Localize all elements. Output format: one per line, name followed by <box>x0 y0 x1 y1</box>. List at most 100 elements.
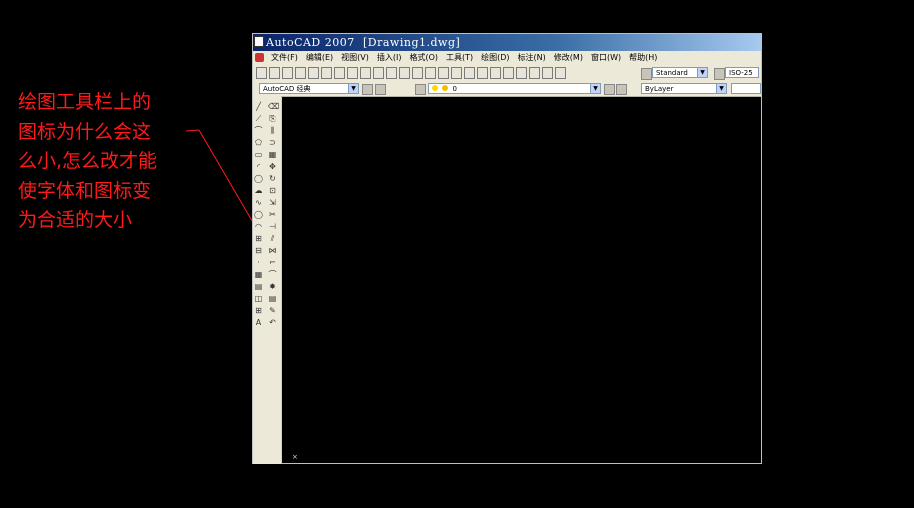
copy-clip-icon[interactable] <box>347 67 358 79</box>
trim-icon[interactable]: ✂ <box>268 210 277 219</box>
draw-toolbar: ╱ ⟋ ⌒ ⬠ ▭ ◜ ◯ ☁ ∿ ◯ ◠ ⊞ ⊟ · ▦ ▤ ◫ ⊞ A <box>254 102 263 327</box>
workspace-select[interactable]: AutoCAD 经典 ▼ <box>259 83 359 94</box>
zoom-realtime-icon[interactable] <box>438 67 449 79</box>
menu-edit[interactable]: 编辑(E) <box>302 51 337 65</box>
layer-manager-icon[interactable] <box>375 84 386 95</box>
make-block-icon[interactable]: ⊟ <box>254 246 263 255</box>
menu-draw[interactable]: 绘图(D) <box>477 51 513 65</box>
menu-window[interactable]: 窗口(W) <box>587 51 625 65</box>
title-bar[interactable]: AutoCAD 2007 [Drawing1.dwg] <box>253 34 761 51</box>
calculator-icon[interactable] <box>542 67 553 79</box>
break-icon[interactable]: ⫽ <box>268 234 277 243</box>
ellipse-icon[interactable]: ◯ <box>254 210 263 219</box>
chevron-down-icon[interactable]: ▼ <box>716 84 726 93</box>
undo-arrow-icon[interactable] <box>399 67 410 79</box>
dim-style-select[interactable]: ISO-25 <box>725 67 759 78</box>
workspace-settings-icon[interactable] <box>362 84 373 95</box>
print-icon[interactable] <box>295 67 306 79</box>
region-icon[interactable]: ◫ <box>254 294 263 303</box>
polyline-icon[interactable]: ⌒ <box>254 126 263 135</box>
properties-palette-icon[interactable] <box>477 67 488 79</box>
brush-icon[interactable] <box>386 67 397 79</box>
redo-arrow-icon[interactable] <box>412 67 423 79</box>
text-style-icon[interactable] <box>641 68 652 80</box>
chevron-down-icon[interactable]: ▼ <box>590 84 600 93</box>
tool-palette-icon[interactable] <box>503 67 514 79</box>
layer-properties-icon[interactable] <box>415 84 426 95</box>
copy-icon[interactable]: ⎘ <box>268 114 277 123</box>
mirror-icon[interactable]: ⫼ <box>268 126 277 135</box>
new-icon[interactable] <box>256 67 267 79</box>
menu-view[interactable]: 视图(V) <box>337 51 373 65</box>
ellipse-arc-icon[interactable]: ◠ <box>254 222 263 231</box>
open-icon[interactable] <box>269 67 280 79</box>
erase-icon[interactable]: ⌫ <box>268 102 279 111</box>
menu-file[interactable]: 文件(F) <box>267 51 302 65</box>
design-center-icon[interactable] <box>490 67 501 79</box>
drawing-area[interactable]: × <box>282 97 761 463</box>
preview-icon[interactable] <box>308 67 319 79</box>
arc-icon[interactable]: ◜ <box>254 162 263 171</box>
xline-icon[interactable]: ⟋ <box>254 114 263 123</box>
zoom-previous-icon[interactable] <box>464 67 475 79</box>
publish-icon[interactable] <box>321 67 332 79</box>
hatch-icon[interactable]: ▦ <box>254 270 263 279</box>
polygon-icon[interactable]: ⬠ <box>254 138 263 147</box>
linetype-select[interactable] <box>731 83 761 94</box>
explode-icon[interactable]: ✸ <box>268 282 277 291</box>
text-style-select[interactable]: Standard ▼ <box>652 67 708 78</box>
paste-icon[interactable] <box>360 67 371 79</box>
chevron-down-icon[interactable]: ▼ <box>697 68 707 77</box>
sun-icon <box>442 85 449 91</box>
insert-block-icon[interactable]: ⊞ <box>254 234 263 243</box>
extend-icon[interactable]: ⊣ <box>268 222 277 231</box>
rectangle-icon[interactable]: ▭ <box>254 150 263 159</box>
match-icon[interactable]: ✎ <box>268 306 277 315</box>
offset-icon[interactable]: ⊃ <box>268 138 277 147</box>
menu-dimension[interactable]: 标注(N) <box>514 51 550 65</box>
menu-modify[interactable]: 修改(M) <box>550 51 587 65</box>
menu-tools[interactable]: 工具(T) <box>442 51 477 65</box>
cut-icon[interactable] <box>334 67 345 79</box>
document-menu-icon[interactable] <box>255 53 264 62</box>
help-icon[interactable] <box>555 67 566 79</box>
autocad-app-icon[interactable] <box>254 36 264 47</box>
rotate-icon[interactable]: ↻ <box>268 174 277 183</box>
zoom-window-icon[interactable] <box>451 67 462 79</box>
autocad-window: AutoCAD 2007 [Drawing1.dwg] 文件(F) 编辑(E) … <box>252 33 762 464</box>
point-icon[interactable]: · <box>254 258 263 267</box>
revcloud-icon[interactable]: ☁ <box>254 186 263 195</box>
matchprop-icon[interactable] <box>373 67 384 79</box>
array-icon[interactable]: ▦ <box>268 150 277 159</box>
layer-select[interactable]: 0 ▼ <box>428 83 601 94</box>
ucs-icon: × <box>292 453 298 461</box>
chevron-down-icon[interactable]: ▼ <box>348 84 358 93</box>
undo-icon[interactable]: ↶ <box>268 318 277 327</box>
make-current-icon[interactable] <box>604 84 615 95</box>
markup-icon[interactable] <box>529 67 540 79</box>
gradient-icon[interactable]: ▤ <box>254 282 263 291</box>
menu-help[interactable]: 帮助(H) <box>625 51 661 65</box>
fillet-icon[interactable]: ⌒ <box>268 270 277 279</box>
join-icon[interactable]: ⋈ <box>268 246 277 255</box>
menu-insert[interactable]: 插入(I) <box>373 51 406 65</box>
lightbulb-icon <box>432 85 438 91</box>
color-select[interactable]: ByLayer ▼ <box>641 83 727 94</box>
stretch-icon[interactable]: ⇲ <box>268 198 277 207</box>
dim-style-icon[interactable] <box>714 68 725 80</box>
pan-icon[interactable] <box>425 67 436 79</box>
sheet-set-icon[interactable] <box>516 67 527 79</box>
scale-icon[interactable]: ⊡ <box>268 186 277 195</box>
spline-icon[interactable]: ∿ <box>254 198 263 207</box>
save-icon[interactable] <box>282 67 293 79</box>
line-icon[interactable]: ╱ <box>254 102 263 111</box>
circle-icon[interactable]: ◯ <box>254 174 263 183</box>
properties-icon[interactable]: ▤ <box>268 294 277 303</box>
table-icon[interactable]: ⊞ <box>254 306 263 315</box>
document-title: [Drawing1.dwg] <box>363 36 461 49</box>
move-icon[interactable]: ✥ <box>268 162 277 171</box>
chamfer-icon[interactable]: ⌐ <box>268 258 277 267</box>
layer-previous-icon[interactable] <box>616 84 627 95</box>
mtext-icon[interactable]: A <box>254 318 263 327</box>
menu-format[interactable]: 格式(O) <box>405 51 442 65</box>
